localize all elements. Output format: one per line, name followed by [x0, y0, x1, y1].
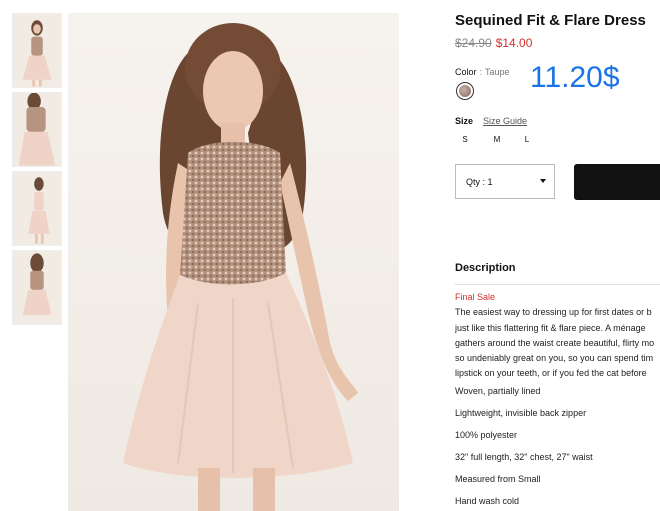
product-info-panel: Sequined Fit & Flare Dress $24.90 $14.00 … — [455, 0, 660, 511]
feature-item: 32" full length, 32" chest, 27" waist — [455, 452, 593, 462]
description-title: Description — [455, 262, 516, 274]
feature-item: Measured from Small — [455, 474, 541, 484]
price-row: $24.90 $14.00 — [455, 36, 532, 50]
color-label: Color — [455, 67, 477, 77]
thumbnail-gallery — [12, 13, 62, 329]
thumbnail-closeup-image — [13, 93, 61, 166]
thumbnail-side-image — [13, 172, 61, 245]
size-guide-link[interactable]: Size Guide — [483, 116, 527, 126]
sale-price: $14.00 — [495, 36, 533, 50]
main-product-image — [68, 13, 399, 511]
color-separator: : — [479, 67, 483, 77]
feature-item: Woven, partially lined — [455, 386, 541, 396]
thumbnail-front-image — [13, 14, 61, 87]
color-value: Taupe — [485, 67, 510, 77]
description-line: gathers around the waist create beautifu… — [455, 338, 655, 348]
display-price: 11.20$ — [530, 61, 620, 94]
thumbnail-side[interactable] — [12, 171, 62, 246]
original-price: $24.90 — [455, 36, 492, 50]
description-divider — [455, 284, 660, 285]
final-sale-label: Final Sale — [455, 292, 496, 302]
description-line: The easiest way to dressing up for first… — [455, 307, 652, 317]
description-line: just like this flattering fit & flare pi… — [455, 323, 646, 333]
thumbnail-front[interactable] — [12, 13, 62, 88]
description-line: so undeniably great on you, so you can s… — [455, 353, 654, 363]
feature-item: Lightweight, invisible back zipper — [455, 408, 587, 418]
description-line: lipstick on your teeth, or if you fed th… — [455, 368, 647, 378]
thumbnail-back-image — [13, 251, 61, 324]
size-option-s[interactable]: S — [455, 135, 475, 144]
size-option-m[interactable]: M — [487, 135, 507, 144]
add-to-bag-button[interactable] — [574, 164, 660, 200]
quantity-label: Qty : 1 — [466, 177, 493, 187]
product-title: Sequined Fit & Flare Dress — [455, 12, 646, 29]
model-in-dress-illustration — [68, 13, 399, 511]
feature-item: Hand wash cold — [455, 496, 520, 506]
thumbnail-back[interactable] — [12, 250, 62, 325]
chevron-down-icon — [540, 179, 546, 183]
feature-item: 100% polyester — [455, 430, 518, 440]
quantity-select[interactable]: Qty : 1 — [455, 164, 555, 199]
color-swatch-taupe[interactable] — [456, 82, 474, 100]
thumbnail-closeup[interactable] — [12, 92, 62, 167]
color-label-row: Color: Taupe — [455, 67, 510, 77]
size-label: Size — [455, 116, 474, 126]
size-option-l[interactable]: L — [517, 135, 537, 144]
swatch-fill — [459, 85, 471, 97]
